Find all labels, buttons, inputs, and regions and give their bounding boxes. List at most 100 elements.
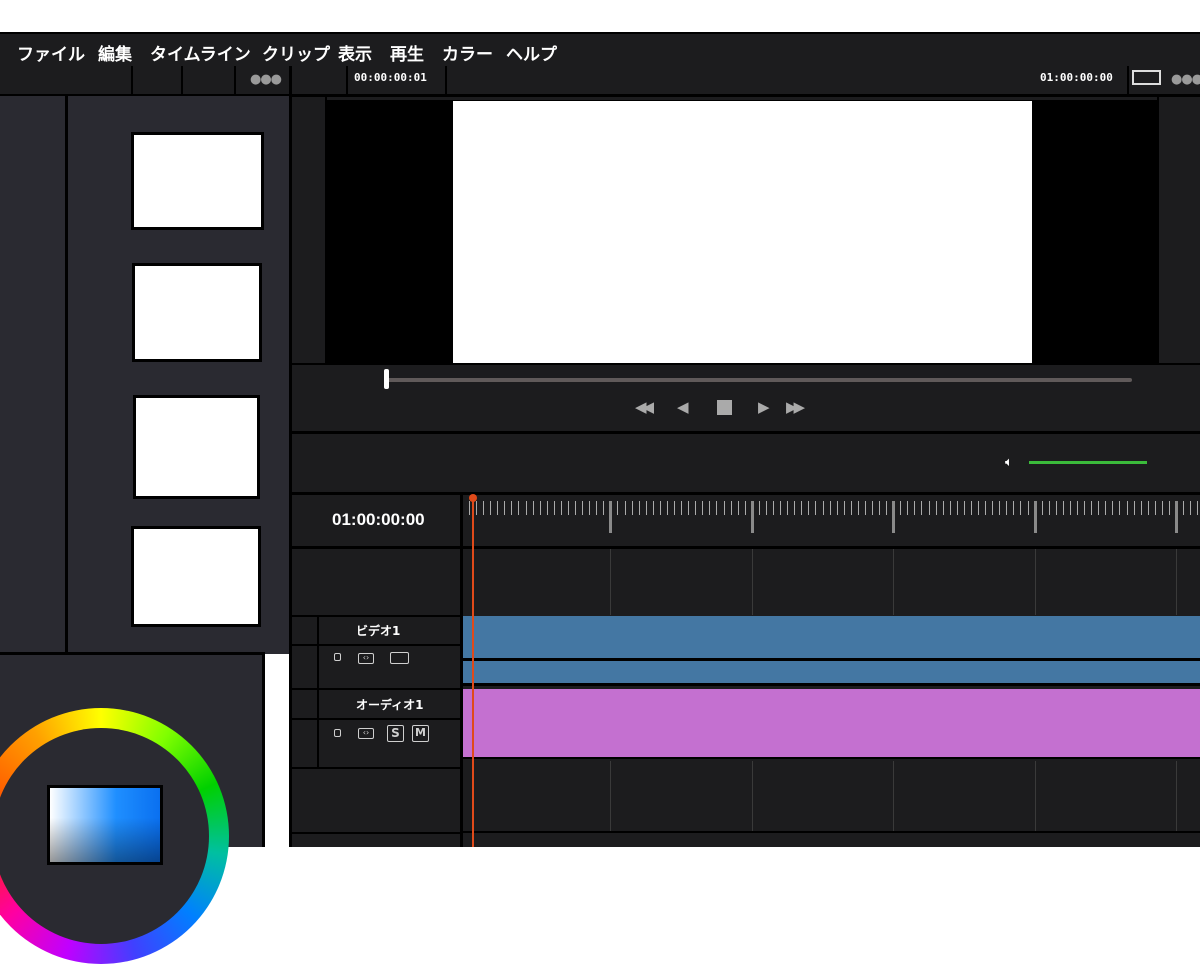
ruler-tick [716, 501, 718, 515]
ruler-tick [659, 501, 661, 515]
ruler-tick [815, 501, 817, 515]
ruler-tick [836, 501, 838, 515]
ruler-tick [949, 501, 951, 515]
ruler-tick [850, 501, 852, 515]
film-icon[interactable] [390, 652, 409, 664]
menu-bar: ファイル 編集 タイムライン クリップ 表示 再生 カラー ヘルプ [0, 32, 1200, 66]
ruler-tick [935, 501, 937, 515]
divider [463, 831, 1200, 833]
clip-thumbnail[interactable] [131, 526, 261, 627]
more-dots-icon[interactable]: ●●● [250, 72, 282, 87]
ruler-tick [787, 501, 789, 515]
ruler-tick [871, 501, 873, 515]
stop-icon[interactable] [717, 400, 732, 415]
ruler-tick [631, 501, 633, 515]
ruler-tick [864, 501, 866, 515]
lock-icon[interactable] [334, 729, 341, 737]
ruler-tick [1069, 501, 1071, 515]
ruler-tick [1112, 501, 1114, 515]
ruler-tick [914, 501, 916, 515]
timeline-ruler[interactable] [463, 495, 1200, 547]
menu-timeline[interactable]: タイムライン [150, 40, 251, 65]
ruler-tick [921, 501, 923, 515]
ruler-tick [928, 501, 930, 515]
speaker-icon[interactable]: 🔈︎ [1005, 455, 1013, 470]
ruler-tick [553, 501, 555, 515]
ruler-tick [900, 501, 902, 515]
rewind-icon[interactable]: ◀◀ [635, 398, 654, 416]
menu-help[interactable]: ヘルプ [506, 40, 557, 65]
ruler-tick [801, 501, 803, 515]
ruler-tick [1133, 501, 1135, 515]
menu-file[interactable]: ファイル [17, 40, 85, 65]
video-track-name[interactable]: ビデオ1 [356, 622, 400, 639]
menu-clip[interactable]: クリップ [262, 40, 330, 65]
audio-clip[interactable] [463, 689, 1200, 759]
ruler-tick [963, 501, 965, 515]
play-icon[interactable]: ▶ [758, 398, 770, 416]
ruler-tick [1013, 501, 1015, 515]
divider [292, 688, 460, 690]
volume-slider[interactable] [1029, 461, 1147, 464]
menu-playback[interactable]: 再生 [390, 40, 424, 65]
audio-track-name[interactable]: オーディオ1 [356, 696, 424, 713]
menu-view[interactable]: 表示 [338, 40, 372, 65]
ruler-tick [525, 501, 527, 515]
step-back-icon[interactable]: ◀ [677, 398, 689, 416]
ruler-tick [843, 501, 845, 515]
fast-forward-icon[interactable]: ▶▶ [786, 398, 805, 416]
divider [292, 718, 460, 720]
clip-thumbnail[interactable] [133, 395, 260, 499]
divider [292, 644, 460, 646]
lock-icon[interactable] [334, 653, 341, 661]
ruler-major-tick [609, 501, 613, 533]
playhead-handle[interactable] [469, 494, 477, 502]
clip-thumbnail[interactable] [132, 263, 262, 362]
ruler-tick [737, 501, 739, 515]
scrub-bar[interactable] [386, 378, 1132, 382]
ruler-major-tick [892, 501, 896, 533]
ruler-tick [567, 501, 569, 515]
divider [1127, 66, 1129, 96]
ruler-tick [695, 501, 697, 515]
ruler-tick [857, 501, 859, 515]
ruler-tick [999, 501, 1001, 515]
mute-button[interactable]: M [412, 725, 429, 742]
timeline-timecode: 01:00:00:00 [332, 510, 425, 529]
ruler-tick [1154, 501, 1156, 515]
more-dots-icon[interactable]: ●●● [1171, 72, 1200, 87]
menu-edit[interactable]: 編集 [98, 40, 132, 65]
grid-line [1176, 761, 1177, 831]
color-picker-square[interactable] [47, 785, 163, 865]
ruler-tick [532, 501, 534, 515]
ruler-tick [560, 501, 562, 515]
scrub-handle[interactable] [384, 369, 389, 389]
clip-thumbnail[interactable] [131, 132, 264, 230]
video-clip[interactable] [463, 616, 1200, 685]
aspect-frame-icon[interactable] [1132, 70, 1161, 85]
viewer-area [292, 97, 1200, 365]
ruler-tick [617, 501, 619, 515]
ruler-tick [511, 501, 513, 515]
menu-color[interactable]: カラー [442, 40, 493, 65]
divider [463, 658, 1200, 661]
divider [292, 832, 460, 834]
ruler-major-tick [750, 501, 754, 533]
ruler-tick [744, 501, 746, 515]
ruler-major-tick [1175, 501, 1178, 533]
divider [181, 66, 183, 96]
sync-icon[interactable]: ‹› [358, 728, 374, 739]
timeline-tracks[interactable] [463, 549, 1200, 847]
divider [445, 66, 447, 96]
grid-line [1034, 549, 1036, 615]
sync-icon[interactable]: ‹› [358, 653, 374, 664]
divider [65, 96, 68, 654]
playhead[interactable] [472, 497, 474, 847]
ruler-tick [1027, 501, 1029, 515]
solo-button[interactable]: S [387, 725, 404, 742]
ruler-tick [518, 501, 520, 515]
ruler-tick [681, 501, 683, 515]
grid-line [893, 549, 895, 615]
divider [346, 66, 348, 96]
grid-line [751, 549, 753, 615]
